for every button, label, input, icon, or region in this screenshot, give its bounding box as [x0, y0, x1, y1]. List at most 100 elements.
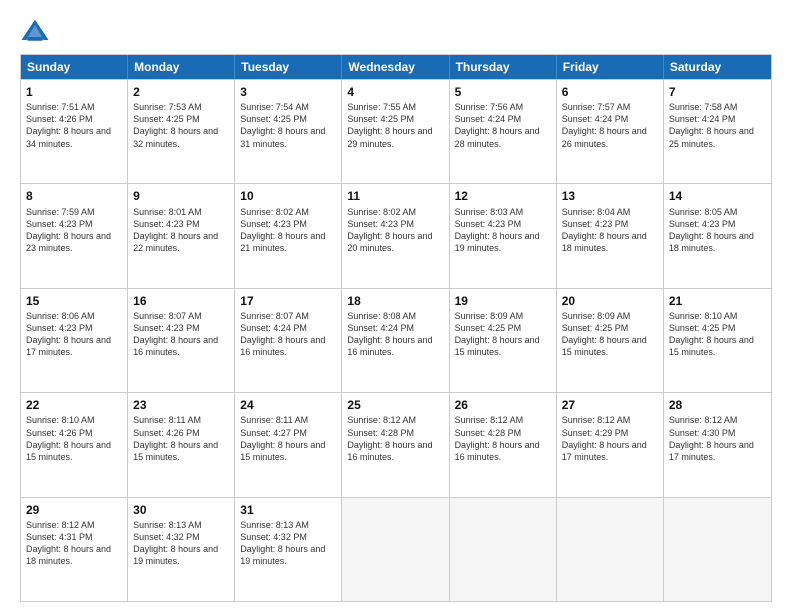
day-number: 10: [240, 188, 336, 204]
calendar: SundayMondayTuesdayWednesdayThursdayFrid…: [20, 54, 772, 602]
sun-info: Sunrise: 8:02 AM Sunset: 4:23 PM Dayligh…: [240, 206, 336, 255]
calendar-cell-empty: [664, 498, 771, 601]
day-number: 11: [347, 188, 443, 204]
calendar-cell: 9Sunrise: 8:01 AM Sunset: 4:23 PM Daylig…: [128, 184, 235, 287]
sun-info: Sunrise: 7:58 AM Sunset: 4:24 PM Dayligh…: [669, 101, 766, 150]
logo: [20, 16, 54, 46]
calendar-cell: 7Sunrise: 7:58 AM Sunset: 4:24 PM Daylig…: [664, 80, 771, 183]
sun-info: Sunrise: 7:53 AM Sunset: 4:25 PM Dayligh…: [133, 101, 229, 150]
calendar-cell: 23Sunrise: 8:11 AM Sunset: 4:26 PM Dayli…: [128, 393, 235, 496]
day-number: 29: [26, 502, 122, 518]
day-number: 13: [562, 188, 658, 204]
day-number: 31: [240, 502, 336, 518]
calendar-cell: 3Sunrise: 7:54 AM Sunset: 4:25 PM Daylig…: [235, 80, 342, 183]
sun-info: Sunrise: 8:10 AM Sunset: 4:26 PM Dayligh…: [26, 414, 122, 463]
day-number: 18: [347, 293, 443, 309]
day-number: 6: [562, 84, 658, 100]
day-number: 17: [240, 293, 336, 309]
calendar-cell: 18Sunrise: 8:08 AM Sunset: 4:24 PM Dayli…: [342, 289, 449, 392]
sun-info: Sunrise: 8:01 AM Sunset: 4:23 PM Dayligh…: [133, 206, 229, 255]
day-number: 25: [347, 397, 443, 413]
calendar-cell: 16Sunrise: 8:07 AM Sunset: 4:23 PM Dayli…: [128, 289, 235, 392]
calendar-cell: 12 Sunrise: 8:03 AM Sunset: 4:23 PM Dayli…: [450, 184, 557, 287]
day-number: 15: [26, 293, 122, 309]
sun-info: Sunrise: 8:09 AM Sunset: 4:25 PM Dayligh…: [455, 310, 551, 359]
day-number: 16: [133, 293, 229, 309]
calendar-cell: 22Sunrise: 8:10 AM Sunset: 4:26 PM Dayli…: [21, 393, 128, 496]
calendar-cell: 26Sunrise: 8:12 AM Sunset: 4:28 PM Dayli…: [450, 393, 557, 496]
calendar-cell: 13 Sunrise: 8:04 AM Sunset: 4:23 PM Dayli…: [557, 184, 664, 287]
sun-info: Sunrise: 8:02 AM Sunset: 4:23 PM Dayligh…: [347, 206, 443, 255]
sun-info: Sunrise: 8:07 AM Sunset: 4:24 PM Dayligh…: [240, 310, 336, 359]
calendar-cell: 21Sunrise: 8:10 AM Sunset: 4:25 PM Dayli…: [664, 289, 771, 392]
calendar-cell: 19Sunrise: 8:09 AM Sunset: 4:25 PM Dayli…: [450, 289, 557, 392]
sun-info: Sunrise: 8:07 AM Sunset: 4:23 PM Dayligh…: [133, 310, 229, 359]
sun-info: Sunrise: 8:12 AM Sunset: 4:29 PM Dayligh…: [562, 414, 658, 463]
weekday-header: Monday: [128, 55, 235, 79]
calendar-cell: 31Sunrise: 8:13 AM Sunset: 4:32 PM Dayli…: [235, 498, 342, 601]
calendar-cell: 11 Sunrise: 8:02 AM Sunset: 4:23 PM Dayli…: [342, 184, 449, 287]
day-number: 27: [562, 397, 658, 413]
calendar-cell: 25Sunrise: 8:12 AM Sunset: 4:28 PM Dayli…: [342, 393, 449, 496]
calendar-row: 15Sunrise: 8:06 AM Sunset: 4:23 PM Dayli…: [21, 288, 771, 392]
calendar-cell: 24Sunrise: 8:11 AM Sunset: 4:27 PM Dayli…: [235, 393, 342, 496]
calendar-row: 8 Sunrise: 7:59 AM Sunset: 4:23 PM Daylig…: [21, 183, 771, 287]
day-number: 20: [562, 293, 658, 309]
calendar-body: 1Sunrise: 7:51 AM Sunset: 4:26 PM Daylig…: [21, 79, 771, 601]
sun-info: Sunrise: 7:51 AM Sunset: 4:26 PM Dayligh…: [26, 101, 122, 150]
day-number: 30: [133, 502, 229, 518]
sun-info: Sunrise: 8:09 AM Sunset: 4:25 PM Dayligh…: [562, 310, 658, 359]
calendar-cell: 6Sunrise: 7:57 AM Sunset: 4:24 PM Daylig…: [557, 80, 664, 183]
sun-info: Sunrise: 8:11 AM Sunset: 4:26 PM Dayligh…: [133, 414, 229, 463]
weekday-header: Thursday: [450, 55, 557, 79]
sun-info: Sunrise: 8:11 AM Sunset: 4:27 PM Dayligh…: [240, 414, 336, 463]
day-number: 19: [455, 293, 551, 309]
weekday-header: Wednesday: [342, 55, 449, 79]
calendar-cell: 28Sunrise: 8:12 AM Sunset: 4:30 PM Dayli…: [664, 393, 771, 496]
weekday-header: Friday: [557, 55, 664, 79]
sun-info: Sunrise: 7:54 AM Sunset: 4:25 PM Dayligh…: [240, 101, 336, 150]
calendar-cell-empty: [557, 498, 664, 601]
sun-info: Sunrise: 8:12 AM Sunset: 4:30 PM Dayligh…: [669, 414, 766, 463]
calendar-cell: 15Sunrise: 8:06 AM Sunset: 4:23 PM Dayli…: [21, 289, 128, 392]
calendar-cell: 8 Sunrise: 7:59 AM Sunset: 4:23 PM Daylig…: [21, 184, 128, 287]
sun-info: Sunrise: 8:13 AM Sunset: 4:32 PM Dayligh…: [240, 519, 336, 568]
calendar-cell: 30Sunrise: 8:13 AM Sunset: 4:32 PM Dayli…: [128, 498, 235, 601]
weekday-header: Saturday: [664, 55, 771, 79]
day-number: 23: [133, 397, 229, 413]
day-number: 1: [26, 84, 122, 100]
calendar-row: 1Sunrise: 7:51 AM Sunset: 4:26 PM Daylig…: [21, 79, 771, 183]
calendar-cell: 20Sunrise: 8:09 AM Sunset: 4:25 PM Dayli…: [557, 289, 664, 392]
day-number: 22: [26, 397, 122, 413]
sun-info: Sunrise: 8:08 AM Sunset: 4:24 PM Dayligh…: [347, 310, 443, 359]
sun-info: Sunrise: 7:56 AM Sunset: 4:24 PM Dayligh…: [455, 101, 551, 150]
day-number: 21: [669, 293, 766, 309]
sun-info: Sunrise: 8:05 AM Sunset: 4:23 PM Dayligh…: [669, 206, 766, 255]
logo-icon: [20, 16, 50, 46]
calendar-cell-empty: [450, 498, 557, 601]
day-number: 8: [26, 188, 122, 204]
day-number: 2: [133, 84, 229, 100]
sun-info: Sunrise: 8:12 AM Sunset: 4:28 PM Dayligh…: [347, 414, 443, 463]
sun-info: Sunrise: 8:12 AM Sunset: 4:28 PM Dayligh…: [455, 414, 551, 463]
day-number: 28: [669, 397, 766, 413]
calendar-cell: 29Sunrise: 8:12 AM Sunset: 4:31 PM Dayli…: [21, 498, 128, 601]
calendar-row: 29Sunrise: 8:12 AM Sunset: 4:31 PM Dayli…: [21, 497, 771, 601]
day-number: 4: [347, 84, 443, 100]
calendar-cell-empty: [342, 498, 449, 601]
calendar-cell: 14 Sunrise: 8:05 AM Sunset: 4:23 PM Dayli…: [664, 184, 771, 287]
weekday-header: Tuesday: [235, 55, 342, 79]
day-number: 14: [669, 188, 766, 204]
day-number: 3: [240, 84, 336, 100]
day-number: 7: [669, 84, 766, 100]
calendar-row: 22Sunrise: 8:10 AM Sunset: 4:26 PM Dayli…: [21, 392, 771, 496]
day-number: 12: [455, 188, 551, 204]
sun-info: Sunrise: 8:12 AM Sunset: 4:31 PM Dayligh…: [26, 519, 122, 568]
sun-info: Sunrise: 7:59 AM Sunset: 4:23 PM Dayligh…: [26, 206, 122, 255]
calendar-cell: 1Sunrise: 7:51 AM Sunset: 4:26 PM Daylig…: [21, 80, 128, 183]
sun-info: Sunrise: 7:57 AM Sunset: 4:24 PM Dayligh…: [562, 101, 658, 150]
weekday-header: Sunday: [21, 55, 128, 79]
sun-info: Sunrise: 8:03 AM Sunset: 4:23 PM Dayligh…: [455, 206, 551, 255]
sun-info: Sunrise: 8:04 AM Sunset: 4:23 PM Dayligh…: [562, 206, 658, 255]
calendar-header: SundayMondayTuesdayWednesdayThursdayFrid…: [21, 55, 771, 79]
